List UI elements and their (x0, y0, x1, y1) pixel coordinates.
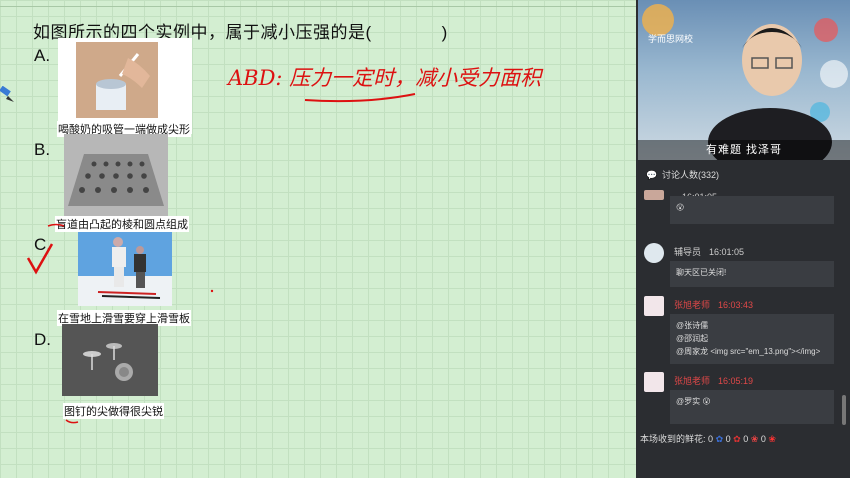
message-meta: 张旭老师 16:03:43 (674, 298, 753, 311)
teacher-video: 学而思网校 有难题 找泽哥 (638, 0, 850, 160)
heart-flower-icon: ❀ (768, 434, 776, 444)
chat-bubble-icon: 💬 (646, 170, 658, 180)
tick-mark-d (65, 419, 79, 424)
assistant-avatar (644, 243, 664, 263)
flower-count: 0 (760, 434, 766, 444)
school-logo: 学而思网校 (648, 34, 694, 44)
video-frame (642, 4, 848, 160)
flowers-label: 本场收到的鲜花: (640, 434, 706, 444)
check-mark-c (26, 243, 54, 275)
message-time: 16:05:19 (718, 376, 754, 386)
discussion-count: 讨论人数(332) (662, 170, 720, 180)
annotation-strokes (26, 93, 416, 424)
user-avatar (644, 190, 664, 200)
blue-flower-icon: ✿ (715, 434, 724, 444)
flowers-received: 本场收到的鲜花: 0 ✿ 0 ✿ 0 ❀ 0 ❀ (640, 432, 776, 445)
message-sender: 张旭老师 (674, 300, 711, 310)
message-sender: 张旭老师 (674, 376, 711, 386)
discussion-header: 💬 讨论人数(332) (638, 164, 850, 186)
red-dot (210, 289, 214, 293)
message-meta: 张旭老师 16:05:19 (674, 374, 753, 387)
whiteboard: 如图所示的四个实例中，属于减小压强的是( ) A. 喝酸奶的吸管一端做成尖形 B… (0, 0, 636, 478)
message-bubble: @张诗儒 @邵润起 @周家龙 <img src="em_13.png"></im… (670, 314, 834, 364)
message-line: @邵润起 (676, 334, 709, 343)
message-line: @张诗儒 (676, 321, 709, 330)
message-sender: 辅导员 (674, 247, 702, 257)
video-caption: 有难题 找泽哥 (638, 140, 850, 160)
teacher-avatar (644, 372, 664, 392)
flower-count: 0 (708, 434, 714, 444)
chat-scrollbar[interactable] (842, 395, 846, 425)
flower-count: 0 (725, 434, 731, 444)
message-meta: 辅导员 16:01:05 (674, 245, 744, 258)
message-time: 16:03:43 (718, 300, 754, 310)
teacher-avatar (644, 296, 664, 316)
tick-mark-b (47, 223, 65, 227)
message-bubble: 聊天区已关闭! (670, 261, 834, 287)
flower-count: 0 (743, 434, 749, 444)
red-flower-icon: ✿ (733, 434, 741, 444)
rose-icon: ❀ (750, 434, 759, 444)
message-time: 16:01:05 (709, 247, 745, 257)
message-line: @周家龙 <img src="em_13.png"></img> (676, 347, 821, 356)
answer-underline (304, 93, 416, 103)
message-bubble: 😮 (670, 196, 834, 224)
pen-cursor-icon (0, 86, 14, 102)
message-bubble: @罗实 😮 (670, 390, 834, 424)
